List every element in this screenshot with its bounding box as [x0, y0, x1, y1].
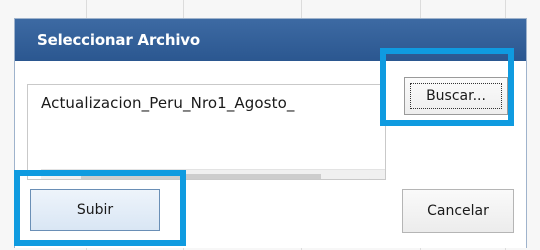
file-path-field[interactable]: Actualizacion_Peru_Nro1_Agosto_ ◀ ▶: [27, 84, 386, 180]
scroll-right-arrow-icon[interactable]: ▶: [363, 170, 385, 179]
file-name-text: Actualizacion_Peru_Nro1_Agosto_: [41, 94, 295, 112]
upload-button-label: Subir: [76, 202, 114, 218]
browse-button-label: Buscar...: [426, 88, 486, 104]
cancel-button[interactable]: Cancelar: [402, 189, 514, 233]
cancel-button-label: Cancelar: [427, 203, 489, 219]
upload-button[interactable]: Subir: [30, 189, 160, 231]
browse-button[interactable]: Buscar...: [404, 77, 508, 115]
